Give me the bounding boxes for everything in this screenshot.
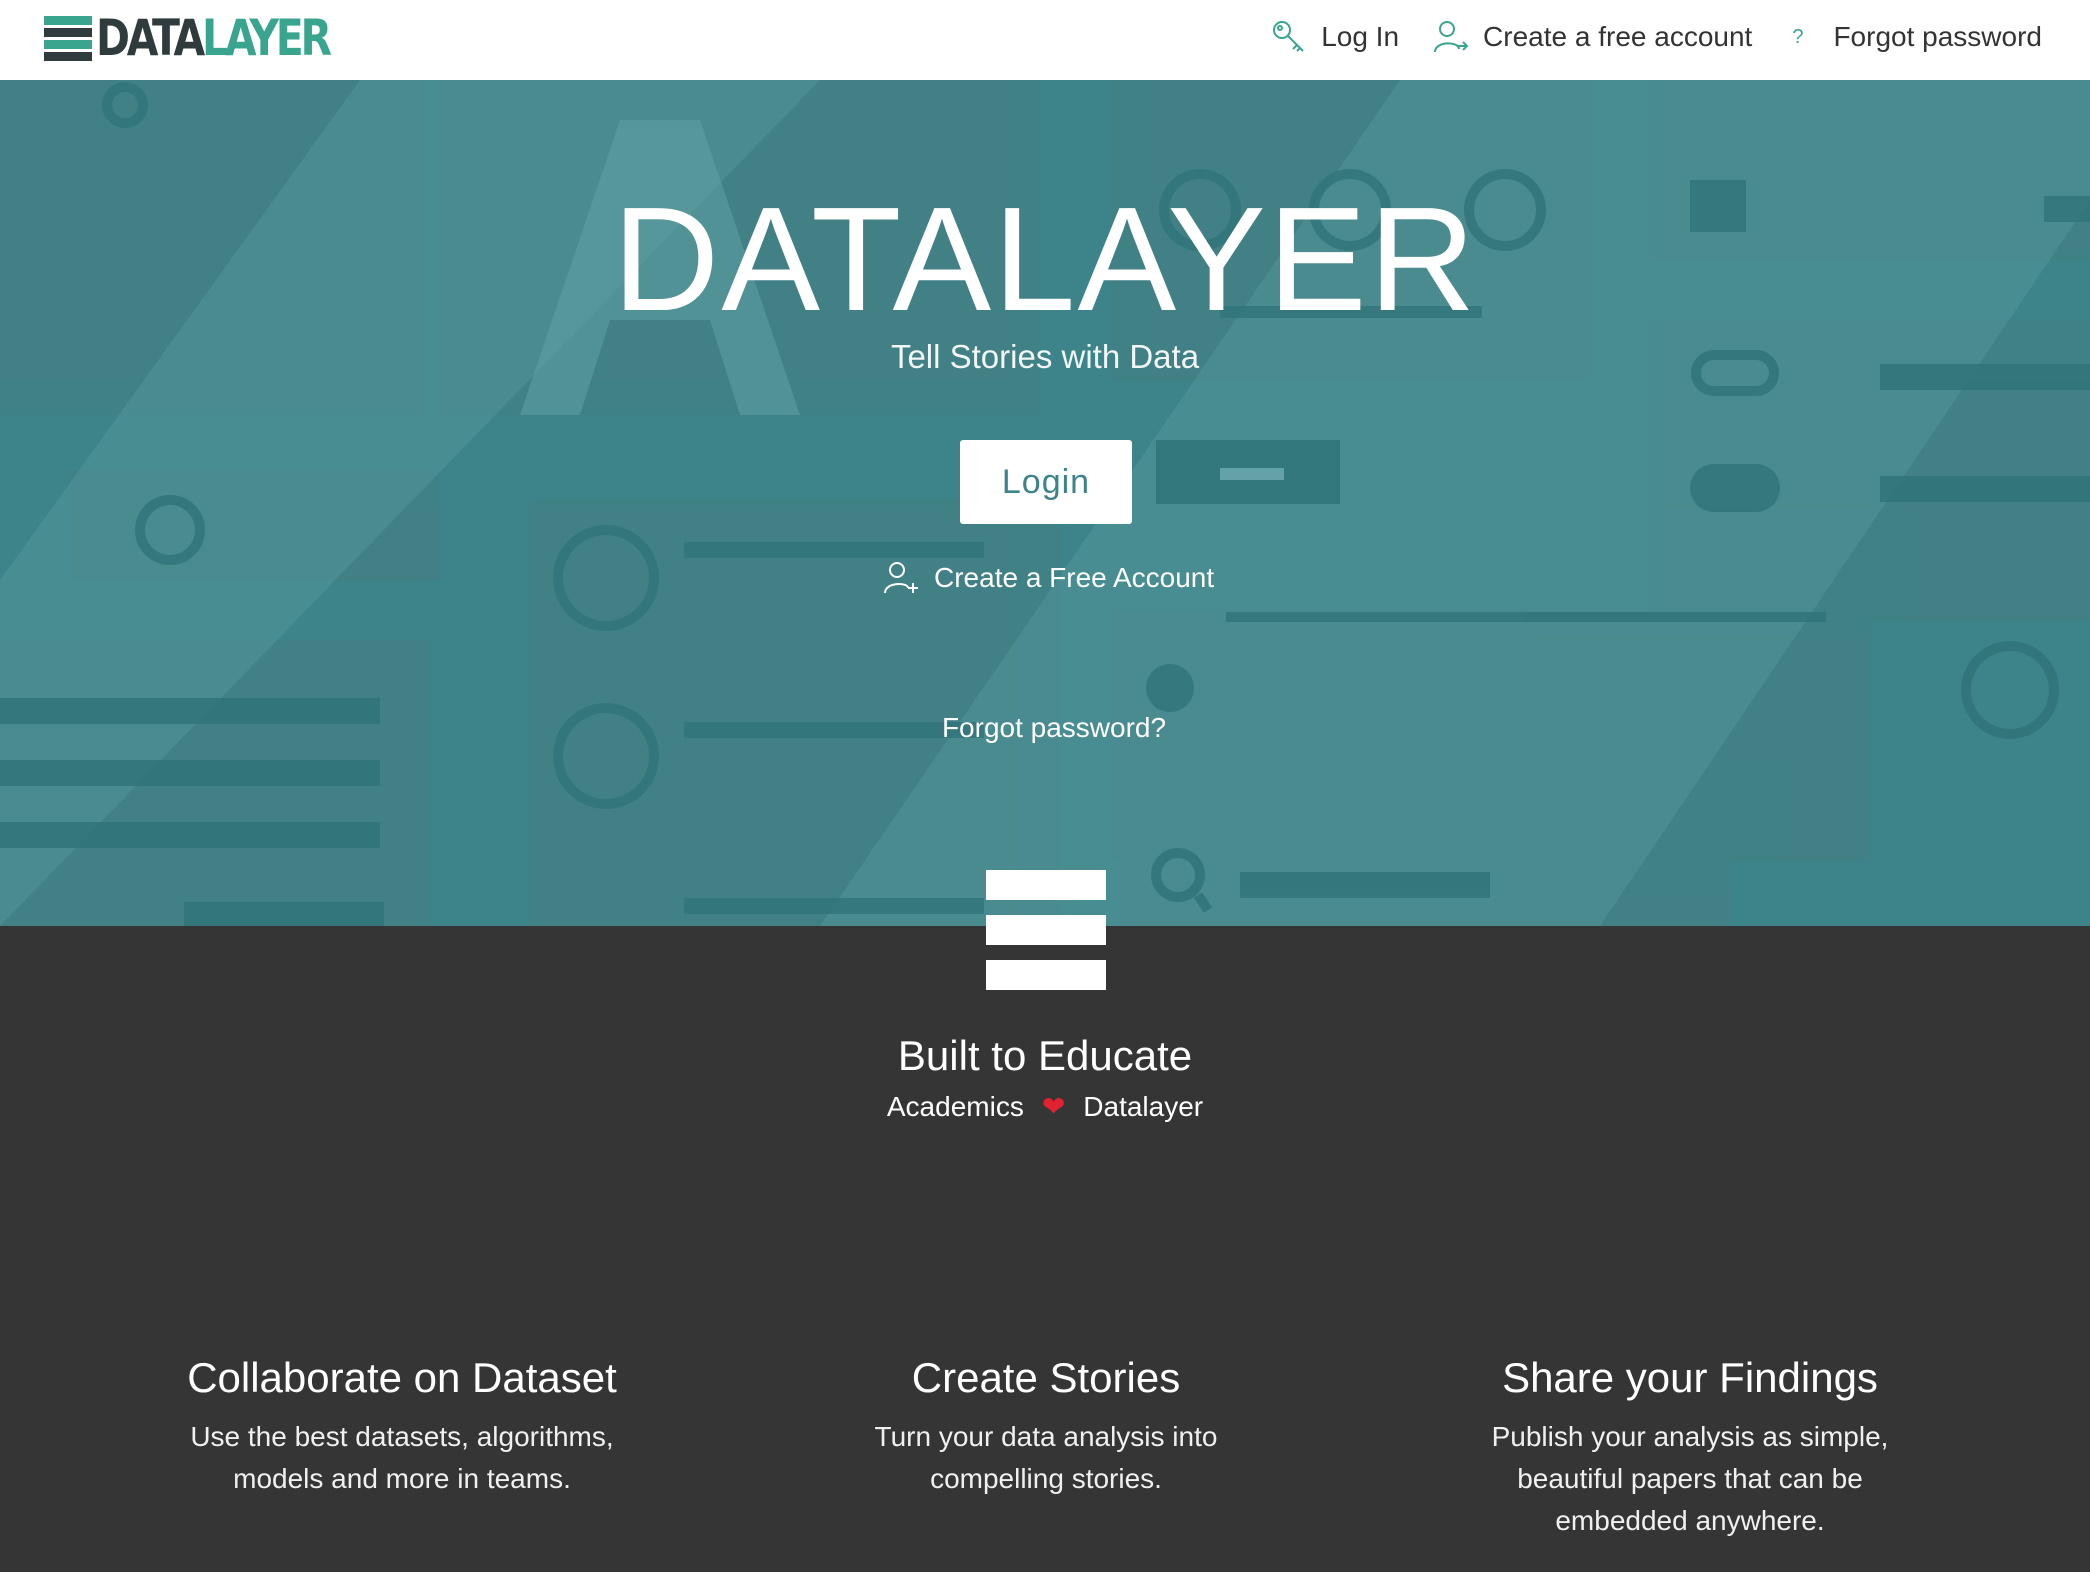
feature-title: Share your Findings (1502, 1354, 1878, 1401)
nav-login-link[interactable]: Log In (1271, 19, 1399, 55)
logo-stack-icon (44, 14, 92, 62)
feature-description: Publish your analysis as simple, beautifu… (1491, 1421, 1889, 1536)
datalayer-logo[interactable]: DATALAYER (44, 10, 380, 66)
hero-title: DATALAYER (612, 177, 1478, 342)
question-icon: ? (1792, 25, 1804, 48)
feature-description: Use the best datasets, algorithms, models… (190, 1421, 614, 1494)
feature-description: Turn your data analysis into compelling s… (874, 1421, 1218, 1494)
top-nav-links: Log In Create a free account ? Forgot pa… (1237, 0, 2042, 74)
education-subtitle: Academics ❤ Datalayer (0, 1090, 2090, 1123)
nav-create-account-link[interactable]: Create a free account (1433, 19, 1752, 55)
nav-create-account-label: Create a free account (1483, 21, 1753, 52)
feature-create-stories: Create Stories Turn your data analysis i… (766, 1350, 1326, 1500)
academics-label: Academics (886, 1091, 1024, 1122)
create-free-account-label: Create a Free Account (934, 562, 1215, 593)
add-user-icon (1434, 21, 1469, 53)
forgot-password-link[interactable]: Forgot password? (0, 712, 2090, 744)
key-icon (1273, 21, 1304, 52)
login-button[interactable]: Login (960, 440, 1132, 524)
nav-login-label: Log In (1321, 21, 1400, 52)
top-navbar: DATALAYER Log In Create a free account ?… (0, 0, 2090, 80)
logo-text: DATALAYER (96, 9, 332, 67)
feature-title: Collaborate on Dataset (187, 1354, 617, 1401)
nav-forgot-password-link[interactable]: ? Forgot password (1786, 21, 2042, 53)
hero-section: DATALAYER Tell Stories with Data Login C… (0, 80, 2090, 926)
education-title: Built to Educate (897, 1032, 1193, 1079)
create-free-account-link[interactable]: Create a Free Account (884, 560, 1214, 596)
datalayer-label: Datalayer (1083, 1091, 1204, 1122)
feature-share-findings: Share your Findings Publish your analysi… (1410, 1350, 1970, 1542)
hero-subtitle: Tell Stories with Data (890, 338, 1200, 375)
feature-collaborate: Collaborate on Dataset Use the best data… (122, 1350, 682, 1500)
nav-forgot-label: Forgot password (1833, 21, 2042, 52)
feature-title: Create Stories (911, 1354, 1181, 1401)
add-user-icon (884, 562, 918, 594)
heart-icon: ❤ (1041, 1091, 1066, 1122)
datalayer-stack-icon (986, 870, 1106, 990)
